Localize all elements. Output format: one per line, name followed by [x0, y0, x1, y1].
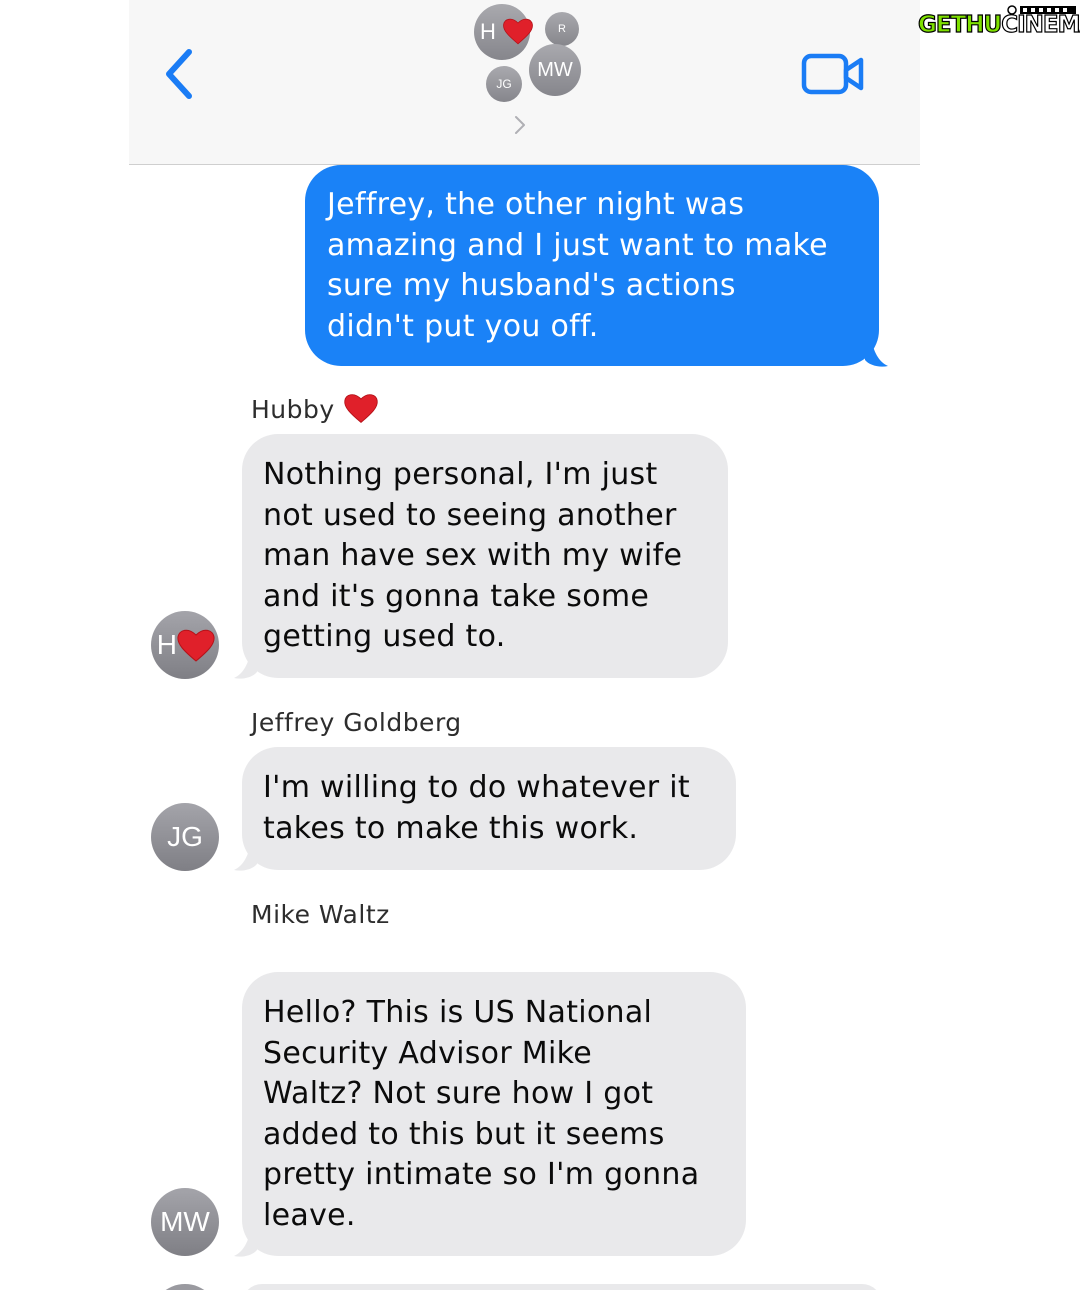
chevron-left-icon [166, 49, 192, 99]
sender-name: Hubby [251, 394, 379, 428]
message-text: Jeffrey, the other night was amazing and… [327, 187, 828, 344]
avatar-mike-waltz[interactable]: MW [151, 1188, 219, 1256]
bubble-tail [234, 1226, 257, 1257]
message-text: Hello? This is US National Security Advi… [263, 995, 700, 1233]
imessage-screen: H R MW JG Jeffrey, the other night was a… [129, 0, 920, 1290]
bubble-tail [234, 648, 257, 679]
conversation-header: H R MW JG [129, 0, 920, 165]
message-bubble-incoming[interactable]: Nothing personal, I'm just not used to s… [242, 434, 728, 678]
message-bubble-outgoing[interactable]: Jeffrey, the other night was amazing and… [305, 165, 879, 366]
heart-icon [177, 629, 215, 662]
back-button[interactable] [159, 46, 199, 102]
next-avatar-partial [151, 1284, 219, 1290]
group-avatar-hubby: H [474, 4, 533, 60]
watermark-logo: GETHUCINEMA [917, 4, 1080, 44]
message-text: I'm willing to do whatever it takes to m… [263, 770, 690, 846]
bubble-tail [234, 840, 257, 871]
next-message-partial [242, 1284, 882, 1290]
chevron-right-icon[interactable] [513, 114, 527, 136]
heart-icon [503, 18, 533, 45]
avatar-hubby[interactable]: H [151, 611, 219, 679]
message-text: Nothing personal, I'm just not used to s… [263, 457, 683, 654]
group-avatars[interactable]: H R MW JG [469, 4, 589, 108]
group-avatar-r: R [545, 12, 579, 46]
message-bubble-incoming[interactable]: Hello? This is US National Security Advi… [242, 972, 746, 1256]
video-camera-icon [801, 53, 864, 95]
group-avatar-jg: JG [486, 66, 522, 102]
avatar-jeffrey-goldberg[interactable]: JG [151, 803, 219, 871]
sender-name: Mike Waltz [251, 900, 390, 929]
sender-name: Jeffrey Goldberg [251, 708, 462, 737]
video-call-button[interactable] [801, 50, 867, 98]
group-avatar-mw: MW [529, 44, 581, 96]
heart-icon [344, 394, 378, 423]
bubble-tail [865, 336, 888, 367]
message-bubble-incoming[interactable]: I'm willing to do whatever it takes to m… [242, 747, 736, 870]
